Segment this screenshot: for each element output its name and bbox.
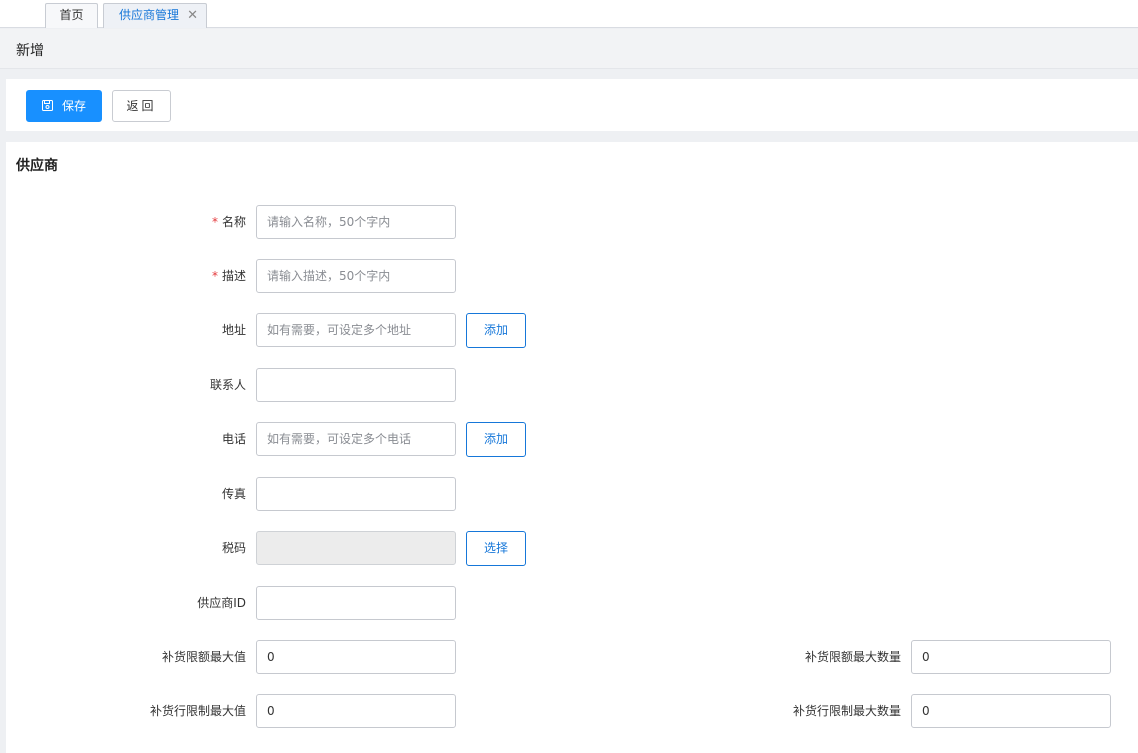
select-tax-code-button[interactable]: 选择 [466, 531, 526, 566]
phone-label: 电话 [221, 432, 246, 446]
page-title: 新增 [16, 43, 44, 59]
replenish-max-qty-input[interactable] [911, 640, 1111, 674]
toolbar: 保存 返回 [6, 79, 1138, 131]
required-mark: * [211, 215, 218, 229]
page-header: 新增 [0, 29, 1138, 69]
replenish-max-amount-label: 补货限额最大值 [161, 650, 246, 664]
save-icon [42, 100, 53, 111]
section-title: 供应商 [16, 158, 58, 174]
contact-label: 联系人 [209, 378, 246, 392]
tab-label: 供应商管理 [119, 8, 180, 22]
required-mark: * [211, 269, 218, 283]
phone-input[interactable] [256, 422, 456, 456]
supplier-id-input[interactable] [256, 586, 456, 620]
description-label: * 描述 [211, 269, 246, 283]
contact-input[interactable] [256, 368, 456, 402]
form-panel: 供应商 *名称 *描述 地址 添加 联系人 电话 添加 传真 税码 选择 供应商… [6, 142, 1138, 753]
fax-label: 传真 [221, 487, 246, 501]
fax-input[interactable] [256, 477, 456, 511]
tab-supplier-management[interactable]: 供应商管理 ✕ [103, 3, 207, 28]
name-input[interactable] [256, 205, 456, 239]
line-max-qty-input[interactable] [911, 694, 1111, 728]
address-label: 地址 [221, 323, 246, 337]
save-button[interactable]: 保存 [26, 90, 102, 122]
tab-bar: 首页 供应商管理 ✕ [0, 0, 1138, 28]
tax-code-label: 税码 [221, 541, 246, 555]
back-button[interactable]: 返回 [112, 90, 171, 122]
add-address-button[interactable]: 添加 [466, 313, 526, 348]
tax-code-input [256, 531, 456, 565]
close-icon[interactable]: ✕ [187, 4, 198, 27]
description-input[interactable] [256, 259, 456, 293]
name-label: * 名称 [211, 215, 246, 229]
line-max-qty-label: 补货行限制最大数量 [792, 704, 901, 718]
supplier-id-label: 供应商ID [197, 596, 246, 610]
tab-home[interactable]: 首页 [45, 3, 98, 28]
line-max-amount-input[interactable] [256, 694, 456, 728]
replenish-max-qty-label: 补货限额最大数量 [804, 650, 901, 664]
address-input[interactable] [256, 313, 456, 347]
save-button-label: 保存 [62, 99, 87, 113]
replenish-max-amount-input[interactable] [256, 640, 456, 674]
line-max-amount-label: 补货行限制最大值 [149, 704, 246, 718]
add-phone-button[interactable]: 添加 [466, 422, 526, 457]
